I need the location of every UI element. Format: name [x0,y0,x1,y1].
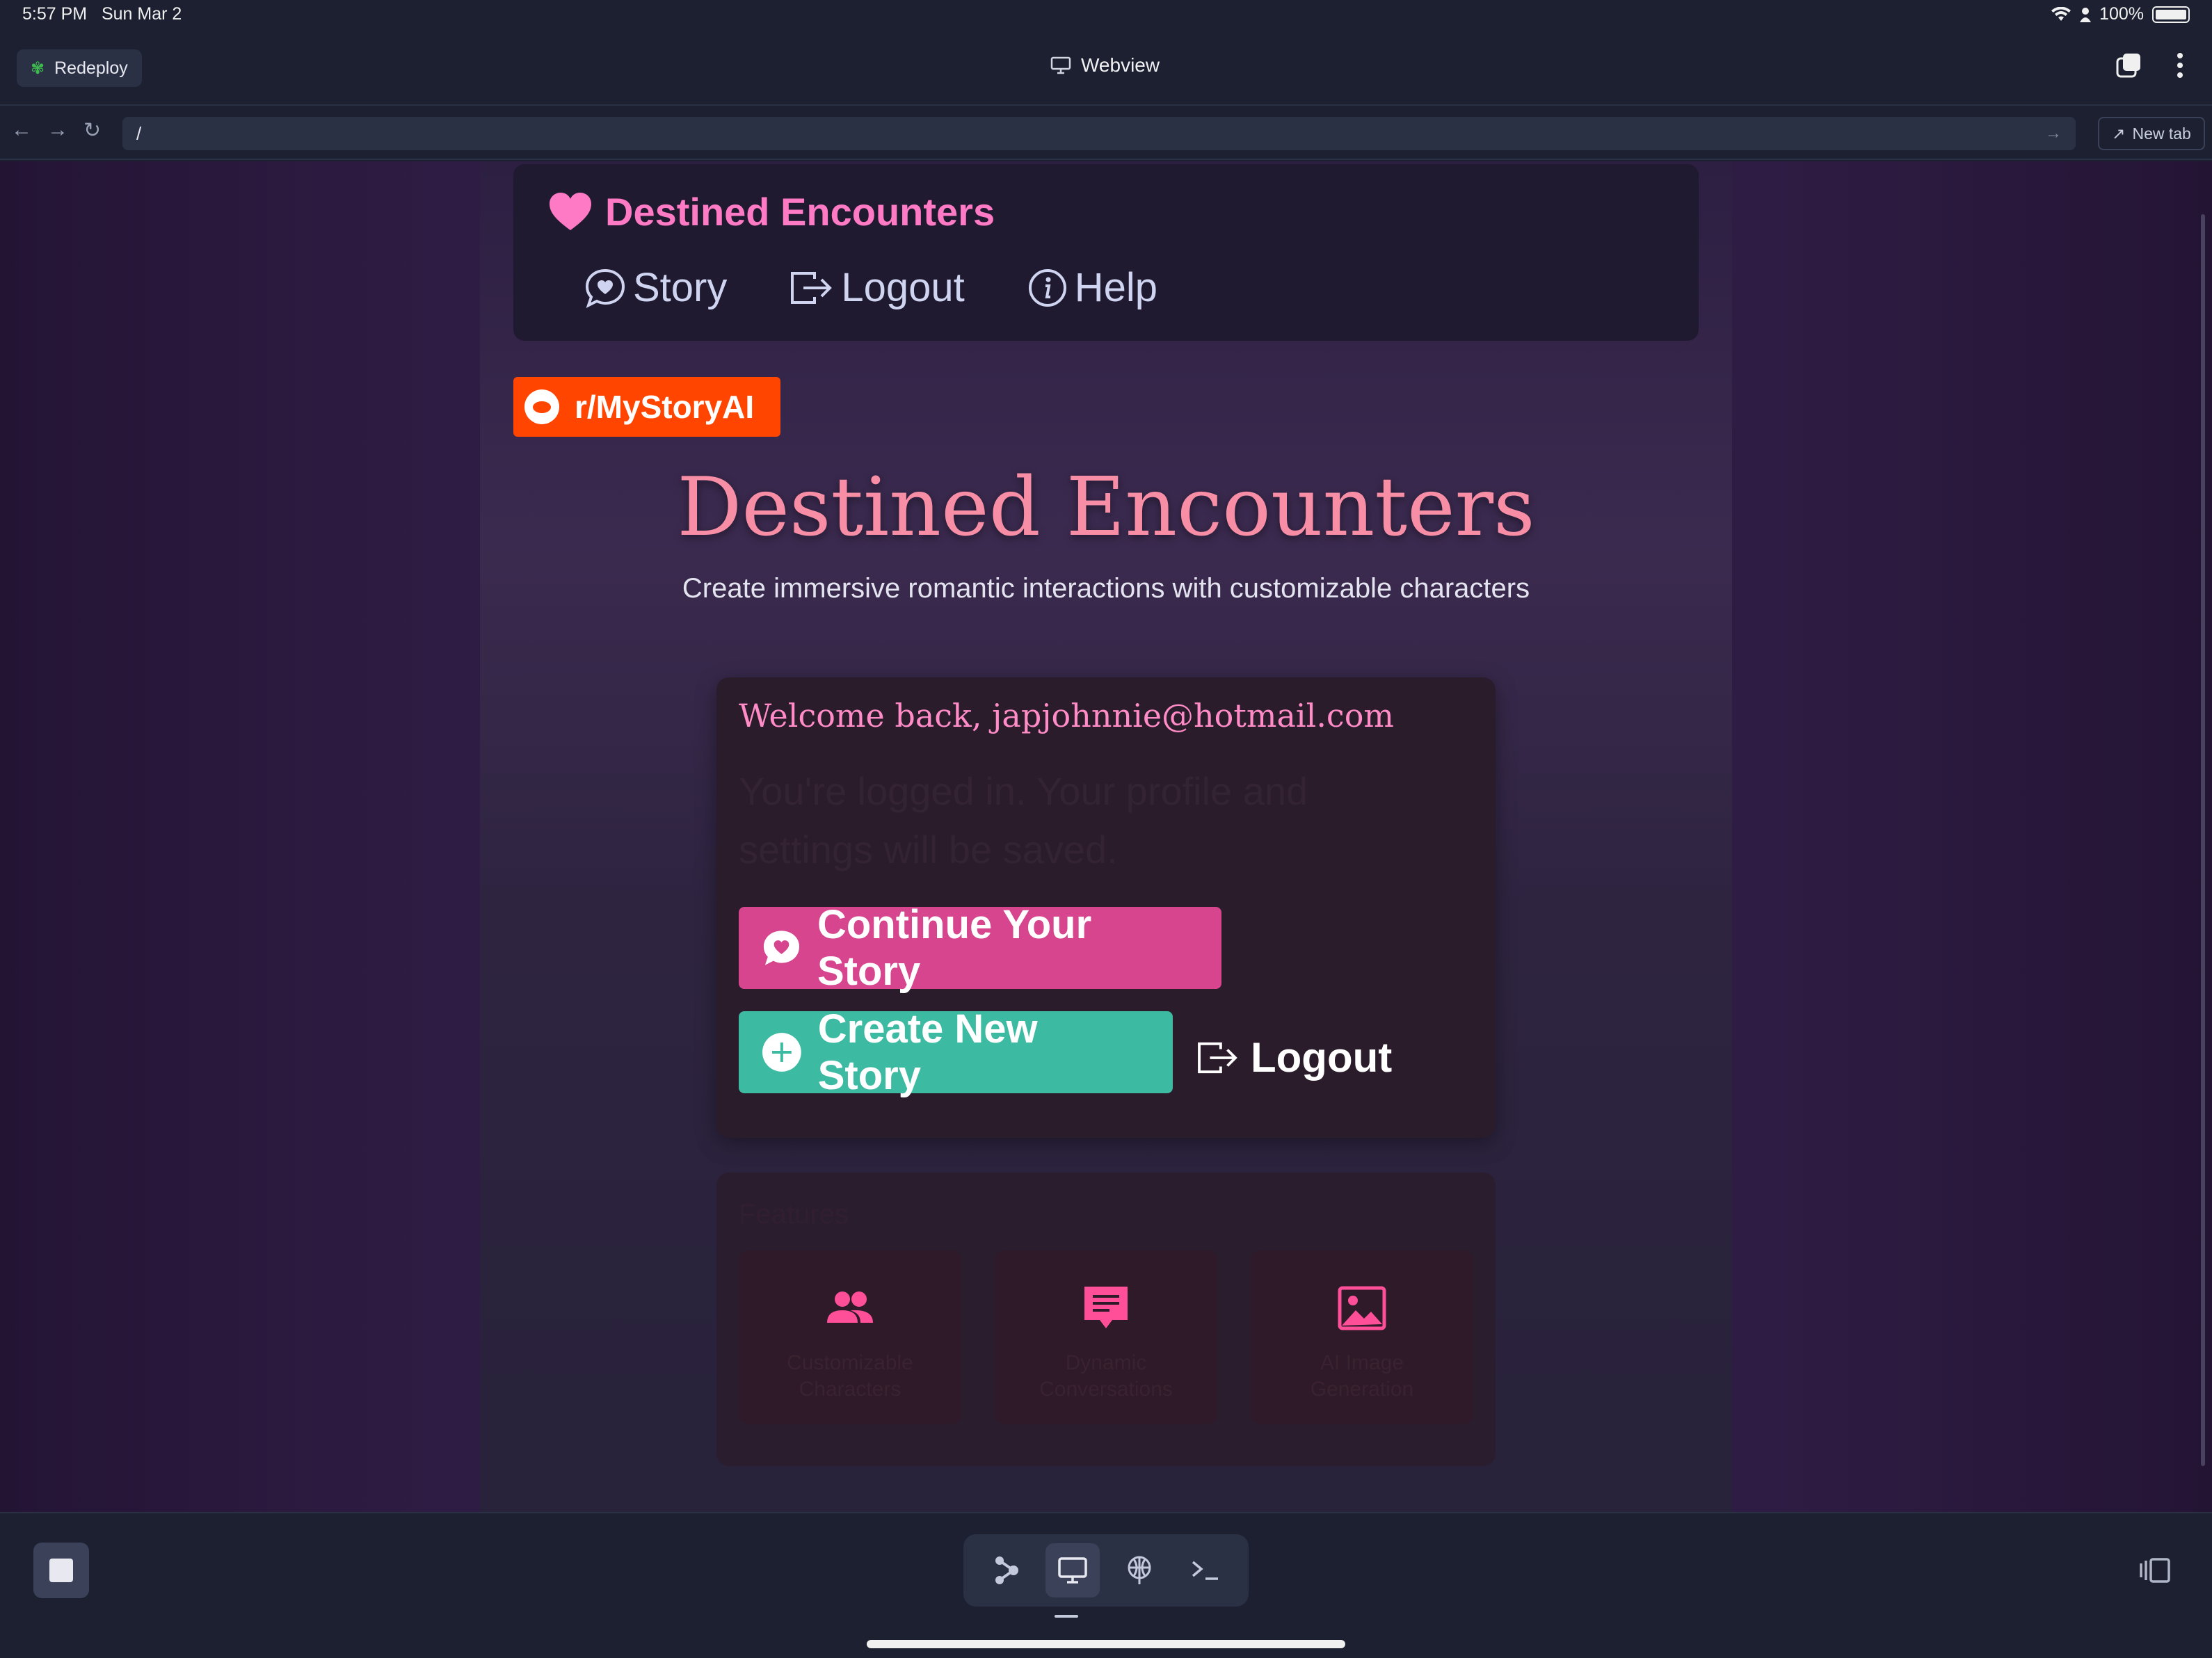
brand-name: Destined Encounters [605,190,995,234]
nav-logout-label: Logout [841,265,965,310]
webview-title-text: Webview [1081,54,1160,76]
site-page: Destined Encounters Story Logout Help r/… [480,161,1732,1512]
person-icon [2080,7,2092,22]
chat-heart-icon [585,268,625,308]
info-icon [1028,268,1066,307]
terminal-icon [1192,1561,1219,1580]
feature-card-conversations: Dynamic Conversations [995,1250,1217,1424]
feature-label: AI Image Generation [1310,1351,1414,1401]
back-icon[interactable]: ← [11,118,32,143]
top-icons [2115,51,2184,79]
create-story-label: Create New Story [817,1006,1038,1098]
monitor-icon [1058,1557,1087,1584]
new-tab-label: New tab [2132,124,2191,143]
hero-title: Destined Encounters [677,460,1535,554]
welcome-faint-text: You're logged in. Your profile and setti… [739,769,1308,871]
welcome-card: Welcome back, japjohnnie@hotmail.com You… [716,677,1496,1138]
webview-title: Webview [1050,54,1160,77]
side-panel-toggle[interactable] [2138,1556,2172,1588]
monitor-icon [1050,56,1071,74]
nav-buttons: ← → ↻ [11,118,101,143]
people-icon [827,1291,873,1323]
url-input[interactable]: / → [122,117,2076,150]
chat-heart-icon [763,931,800,965]
feature-card-images: AI Image Generation [1251,1250,1473,1424]
site-navbar: Destined Encounters Story Logout Help [513,164,1699,341]
message-icon [1084,1287,1128,1328]
webview-tool[interactable] [1045,1543,1100,1597]
logout-icon [1198,1042,1237,1073]
create-story-button[interactable]: Create New Story [739,1006,1173,1098]
features-card: Features Customizable Characters Dynamic… [716,1173,1496,1466]
feature-label: Customizable Characters [787,1351,913,1401]
status-indicators: 100% [2051,4,2190,24]
site-brand[interactable]: Destined Encounters [550,189,995,234]
continue-story-label: Continue Your Story [817,902,1092,994]
forward-icon[interactable]: → [47,118,68,143]
stop-button[interactable] [33,1543,89,1598]
features-heading: Features [739,1199,849,1230]
agent-icon [995,1556,1018,1584]
url-bar: ← → ↻ / → ↗ New tab [0,107,2212,160]
tool-switcher [963,1534,1249,1607]
reddit-badge[interactable]: r/MyStoryAI [513,377,780,437]
feature-label: Dynamic Conversations [1039,1351,1173,1401]
go-arrow-icon[interactable]: → [2045,124,2062,143]
hero-subtitle: Create immersive romantic interactions w… [682,573,1530,604]
status-time: 5:57 PM Sun Mar 2 [22,4,182,24]
shell-tool[interactable] [1178,1543,1233,1597]
nav-story-label: Story [633,265,728,310]
nav-story[interactable]: Story [584,264,727,311]
nav-help[interactable]: Help [1027,264,1157,311]
logout-link-label: Logout [1251,1034,1393,1081]
status-bar: 5:57 PM Sun Mar 2 100% [0,0,2212,33]
nav-help-label: Help [1074,265,1158,310]
image-icon [1338,1286,1386,1330]
site-nav-links: Story Logout Help [584,264,1157,311]
webview-area: Destined Encounters Story Logout Help r/… [0,161,2212,1512]
reload-icon[interactable]: ↻ [83,118,101,143]
redeploy-button[interactable]: ✾ Redeploy [17,49,142,87]
logout-icon [791,271,833,304]
deploy-tool[interactable] [1112,1543,1167,1597]
battery-percent: 100% [2099,4,2144,24]
wifi-icon [2051,6,2071,21]
feature-card-characters: Customizable Characters [739,1250,961,1424]
logout-link[interactable]: Logout [1196,1033,1392,1081]
heart-icon [550,192,591,230]
scrollbar[interactable] [2201,214,2205,1466]
active-tool-indicator [1055,1615,1078,1618]
globe-antenna-icon [1128,1556,1151,1584]
plus-circle-icon [762,1033,801,1072]
agent-tool[interactable] [979,1543,1034,1597]
top-toolbar: ✾ Redeploy Webview [0,33,2212,106]
url-text: / [136,122,142,144]
reddit-label: r/MyStoryAI [575,389,755,425]
tabs-icon[interactable] [2115,51,2142,79]
side-panel-icon [2140,1558,2170,1583]
home-indicator [867,1640,1345,1648]
deploy-icon: ✾ [31,58,45,78]
welcome-message: Welcome back, japjohnnie@hotmail.com [739,697,1395,734]
new-tab-button[interactable]: ↗ New tab [2098,117,2205,150]
more-vertical-icon[interactable] [2176,51,2184,79]
continue-story-button[interactable]: Continue Your Story [739,902,1221,994]
bottom-dock [0,1512,2212,1658]
nav-logout[interactable]: Logout [790,264,965,311]
reddit-icon [524,389,559,424]
external-link-icon: ↗ [2112,124,2126,143]
redeploy-label: Redeploy [54,58,128,78]
battery-icon [2152,6,2190,23]
